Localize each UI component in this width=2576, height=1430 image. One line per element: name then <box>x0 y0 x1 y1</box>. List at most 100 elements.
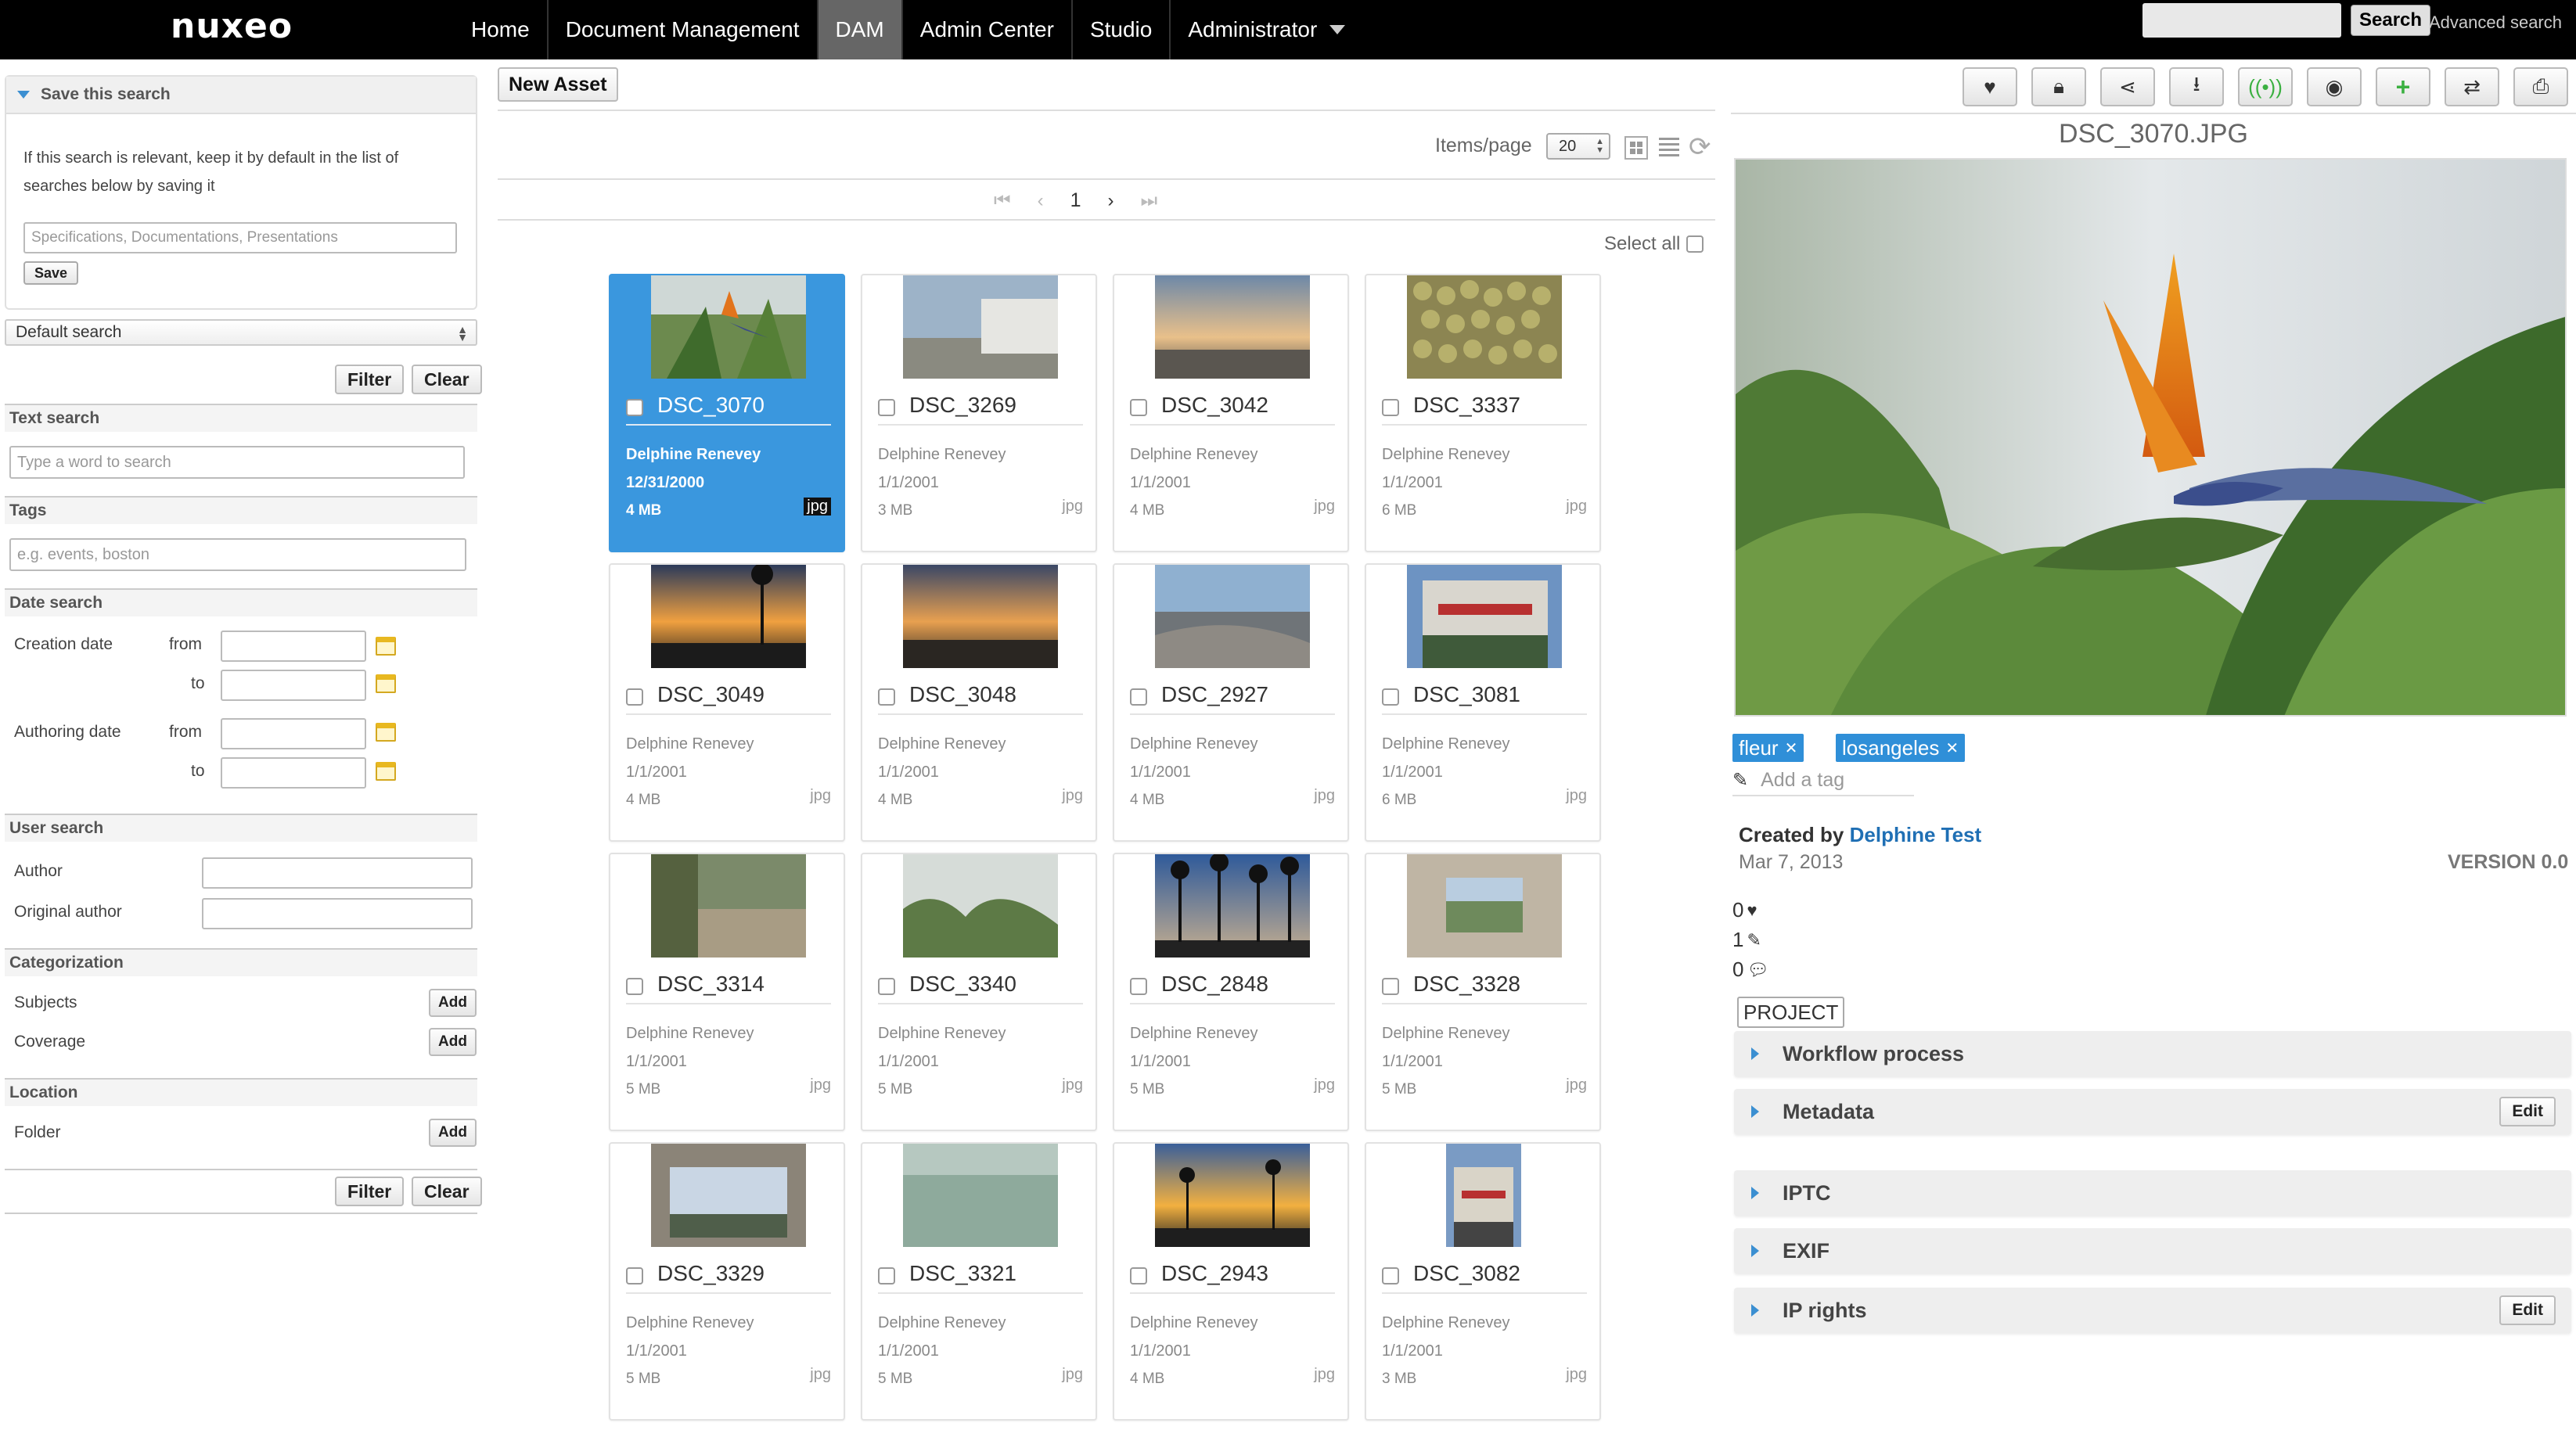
add-folder-button[interactable]: Add <box>429 1119 477 1147</box>
tags-input[interactable]: e.g. events, boston <box>9 538 466 571</box>
asset-checkbox[interactable] <box>1382 688 1399 706</box>
section-ip-rights[interactable]: IP rights Edit <box>1734 1288 2571 1333</box>
asset-card[interactable]: DSC_3048 Delphine Renevey 1/1/2001 4 MB … <box>861 563 1097 842</box>
add-coverage-button[interactable]: Add <box>429 1028 477 1056</box>
asset-checkbox[interactable] <box>878 978 895 995</box>
section-workflow-process[interactable]: Workflow process <box>1734 1031 2571 1076</box>
asset-card[interactable]: DSC_3049 Delphine Renevey 1/1/2001 4 MB … <box>609 563 845 842</box>
asset-checkbox[interactable] <box>626 399 643 416</box>
save-search-name-input[interactable]: Specifications, Documentations, Presenta… <box>23 222 457 253</box>
tag-losangeles[interactable]: losangeles ✕ <box>1836 734 1966 762</box>
nav-administrator-menu[interactable]: Administrator <box>1171 0 1362 59</box>
asset-title[interactable]: DSC_3048 <box>909 682 1016 707</box>
asset-title[interactable]: DSC_3070 <box>657 393 765 418</box>
edit-metadata-button[interactable]: Edit <box>2499 1097 2556 1126</box>
asset-card[interactable]: DSC_2927 Delphine Renevey 1/1/2001 4 MB … <box>1113 563 1349 842</box>
download-icon[interactable]: ⭳ <box>2169 67 2224 106</box>
filter-button-top[interactable]: Filter <box>335 365 405 394</box>
asset-title[interactable]: DSC_3082 <box>1413 1261 1520 1286</box>
select-all[interactable]: Select all <box>1604 233 1704 255</box>
asset-checkbox[interactable] <box>878 688 895 706</box>
calendar-icon[interactable] <box>376 723 396 742</box>
original-author-input[interactable] <box>202 898 473 929</box>
close-icon[interactable]: ✕ <box>1945 738 1959 758</box>
search-type-select[interactable]: Default search ▲ ▼ <box>5 319 477 346</box>
calendar-icon[interactable] <box>376 637 396 656</box>
nav-admin-center[interactable]: Admin Center <box>903 0 1073 59</box>
asset-checkbox[interactable] <box>878 1267 895 1284</box>
nav-dam[interactable]: DAM <box>818 0 903 59</box>
thumbnail-view-icon[interactable] <box>1624 136 1648 160</box>
asset-checkbox[interactable] <box>1130 399 1147 416</box>
asset-title[interactable]: DSC_2943 <box>1161 1261 1268 1286</box>
likes-count[interactable]: 0 ♥ <box>1732 898 1758 922</box>
creation-to-input[interactable] <box>221 670 366 701</box>
swap-icon[interactable]: ⇄ <box>2445 67 2499 106</box>
tag-fleur[interactable]: fleur ✕ <box>1732 734 1804 762</box>
section-exif[interactable]: EXIF <box>1734 1228 2571 1274</box>
asset-title[interactable]: DSC_3042 <box>1161 393 1268 418</box>
global-search-input[interactable] <box>2142 3 2341 38</box>
share-icon[interactable]: ⋖ <box>2100 67 2155 106</box>
asset-checkbox[interactable] <box>1130 688 1147 706</box>
asset-checkbox[interactable] <box>1130 1267 1147 1284</box>
prev-page-icon[interactable]: ‹ <box>1038 190 1044 212</box>
asset-checkbox[interactable] <box>1130 978 1147 995</box>
refresh-icon[interactable]: ⟳ <box>1689 131 1711 163</box>
add-tag-input[interactable]: ✎ Add a tag <box>1732 765 1914 796</box>
authoring-to-input[interactable] <box>221 757 366 789</box>
last-page-icon[interactable]: ⏭ <box>1141 190 1158 212</box>
asset-title[interactable]: DSC_3340 <box>909 972 1016 997</box>
asset-checkbox[interactable] <box>1382 399 1399 416</box>
calendar-icon[interactable] <box>376 762 396 781</box>
asset-card[interactable]: DSC_3081 Delphine Renevey 1/1/2001 6 MB … <box>1365 563 1601 842</box>
author-input[interactable] <box>202 857 473 889</box>
lock-icon[interactable]: 🔒︎ <box>2031 67 2086 106</box>
asset-title[interactable]: DSC_3081 <box>1413 682 1520 707</box>
edit-ip-rights-button[interactable]: Edit <box>2499 1295 2556 1325</box>
save-search-header[interactable]: Save this search <box>6 77 476 114</box>
nav-document-management[interactable]: Document Management <box>549 0 818 59</box>
asset-preview-image[interactable] <box>1734 158 2567 717</box>
nav-studio[interactable]: Studio <box>1073 0 1171 59</box>
asset-title[interactable]: DSC_3049 <box>657 682 765 707</box>
save-search-button[interactable]: Save <box>23 261 79 285</box>
asset-card[interactable]: DSC_2848 Delphine Renevey 1/1/2001 5 MB … <box>1113 853 1349 1131</box>
eye-icon[interactable]: ◉ <box>2307 67 2362 106</box>
authoring-from-input[interactable] <box>221 718 366 749</box>
asset-checkbox[interactable] <box>626 688 643 706</box>
asset-checkbox[interactable] <box>626 1267 643 1284</box>
section-iptc[interactable]: IPTC <box>1734 1170 2571 1216</box>
heart-icon[interactable]: ♥ <box>1963 67 2017 106</box>
asset-card[interactable]: DSC_3328 Delphine Renevey 1/1/2001 5 MB … <box>1365 853 1601 1131</box>
next-page-icon[interactable]: › <box>1108 190 1114 212</box>
asset-card[interactable]: DSC_3269 Delphine Renevey 1/1/2001 3 MB … <box>861 274 1097 552</box>
add-subjects-button[interactable]: Add <box>429 989 477 1017</box>
calendar-icon[interactable] <box>376 674 396 693</box>
clear-button-bottom[interactable]: Clear <box>412 1177 482 1206</box>
asset-card[interactable]: DSC_3070 Delphine Renevey 12/31/2000 4 M… <box>609 274 845 552</box>
asset-card[interactable]: DSC_2943 Delphine Renevey 1/1/2001 4 MB … <box>1113 1142 1349 1421</box>
asset-checkbox[interactable] <box>626 978 643 995</box>
creation-from-input[interactable] <box>221 631 366 662</box>
asset-card[interactable]: DSC_3314 Delphine Renevey 1/1/2001 5 MB … <box>609 853 845 1131</box>
filter-button-bottom[interactable]: Filter <box>335 1177 405 1206</box>
asset-checkbox[interactable] <box>1382 978 1399 995</box>
asset-card[interactable]: DSC_3337 Delphine Renevey 1/1/2001 6 MB … <box>1365 274 1601 552</box>
asset-title[interactable]: DSC_3321 <box>909 1261 1016 1286</box>
asset-title[interactable]: DSC_3328 <box>1413 972 1520 997</box>
asset-card[interactable]: DSC_3042 Delphine Renevey 1/1/2001 4 MB … <box>1113 274 1349 552</box>
advanced-search-link[interactable]: Advanced search <box>2429 13 2562 33</box>
select-all-checkbox[interactable] <box>1686 235 1704 253</box>
items-per-page-select[interactable]: 20 ▲ ▼ <box>1546 133 1610 160</box>
asset-card[interactable]: DSC_3329 Delphine Renevey 1/1/2001 5 MB … <box>609 1142 845 1421</box>
nuxeo-logo[interactable]: nuxeo <box>171 6 293 46</box>
asset-card[interactable]: DSC_3340 Delphine Renevey 1/1/2001 5 MB … <box>861 853 1097 1131</box>
clear-button-top[interactable]: Clear <box>412 365 482 394</box>
creator-link[interactable]: Delphine Test <box>1850 823 1982 846</box>
asset-checkbox[interactable] <box>878 399 895 416</box>
asset-card[interactable]: DSC_3321 Delphine Renevey 1/1/2001 5 MB … <box>861 1142 1097 1421</box>
first-page-icon[interactable]: ⏮ <box>994 190 1011 212</box>
print-icon[interactable]: ⎙ <box>2513 67 2568 106</box>
asset-title[interactable]: DSC_3314 <box>657 972 765 997</box>
